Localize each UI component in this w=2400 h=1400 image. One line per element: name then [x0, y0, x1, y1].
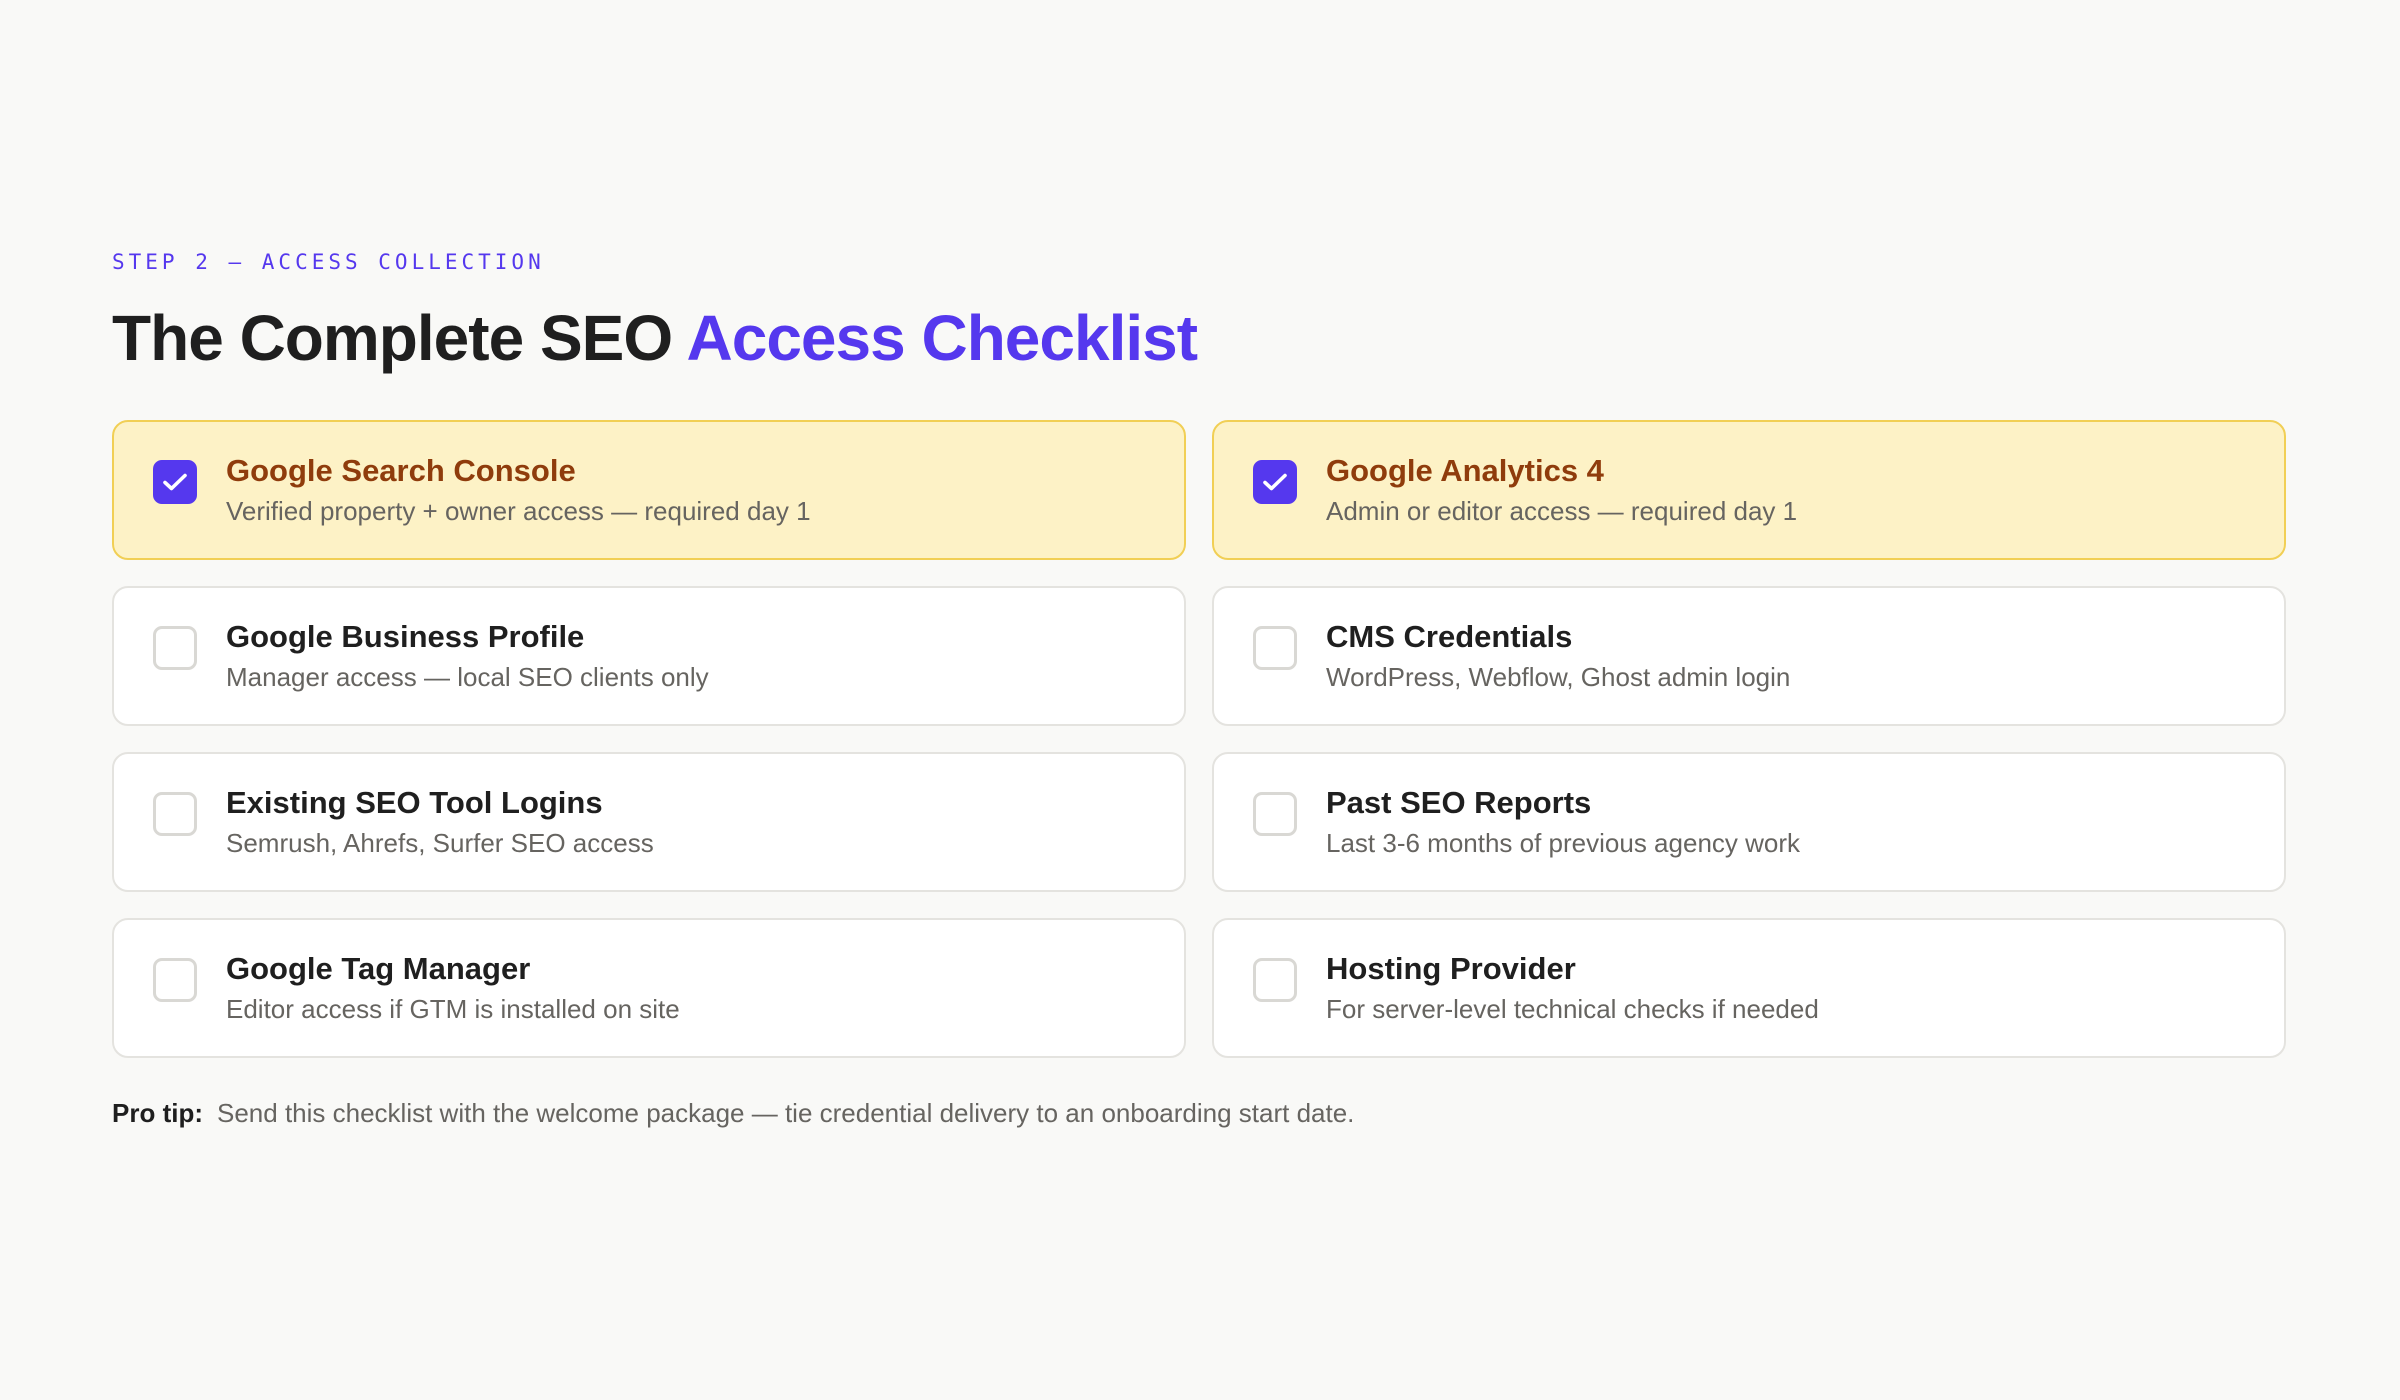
access-checklist: Google Search Console Verified property …	[112, 420, 2288, 1058]
pro-tip-text: Send this checklist with the welcome pac…	[217, 1098, 1355, 1128]
checklist-item-google-tag-manager[interactable]: Google Tag Manager Editor access if GTM …	[112, 918, 1186, 1058]
item-title: CMS Credentials	[1326, 619, 1573, 654]
item-description: For server-level technical checks if nee…	[1326, 994, 1819, 1024]
item-description: WordPress, Webflow, Ghost admin login	[1326, 662, 1791, 692]
step-eyebrow: STEP 2 — ACCESS COLLECTION	[112, 250, 545, 274]
item-text: Google Analytics 4 Admin or editor acces…	[1326, 452, 1797, 528]
checkbox[interactable]	[153, 460, 197, 504]
item-title: Past SEO Reports	[1326, 785, 1592, 820]
pro-tip: Pro tip: Send this checklist with the wel…	[112, 1096, 2400, 1130]
checkmark-icon	[1263, 473, 1287, 491]
checklist-item-hosting-provider[interactable]: Hosting Provider For server-level techni…	[1212, 918, 2286, 1058]
item-title: Google Search Console	[226, 453, 576, 488]
item-text: Existing SEO Tool Logins Semrush, Ahrefs…	[226, 784, 654, 860]
checkbox[interactable]	[1253, 626, 1297, 670]
item-title: Existing SEO Tool Logins	[226, 785, 603, 820]
item-text: CMS Credentials WordPress, Webflow, Ghos…	[1326, 618, 1790, 694]
item-title: Hosting Provider	[1326, 951, 1576, 986]
item-description: Editor access if GTM is installed on sit…	[226, 994, 680, 1024]
checkbox[interactable]	[153, 626, 197, 670]
item-title: Google Business Profile	[226, 619, 585, 654]
item-text: Past SEO Reports Last 3-6 months of prev…	[1326, 784, 1800, 860]
pro-tip-label: Pro tip:	[112, 1098, 203, 1128]
item-text: Google Tag Manager Editor access if GTM …	[226, 950, 680, 1026]
item-text: Google Business Profile Manager access —…	[226, 618, 709, 694]
page: STEP 2 — ACCESS COLLECTION The Complete …	[0, 0, 2400, 1400]
item-title: Google Tag Manager	[226, 951, 531, 986]
checkbox[interactable]	[153, 792, 197, 836]
item-description: Last 3-6 months of previous agency work	[1326, 828, 1801, 858]
checkmark-icon	[163, 473, 187, 491]
checkbox[interactable]	[1253, 460, 1297, 504]
page-title-main: The Complete SEO	[112, 302, 687, 374]
item-text: Google Search Console Verified property …	[226, 452, 811, 528]
checklist-item-google-business-profile[interactable]: Google Business Profile Manager access —…	[112, 586, 1186, 726]
checkbox[interactable]	[1253, 792, 1297, 836]
checklist-item-existing-seo-tool-logins[interactable]: Existing SEO Tool Logins Semrush, Ahrefs…	[112, 752, 1186, 892]
item-text: Hosting Provider For server-level techni…	[1326, 950, 1819, 1026]
checklist-item-google-analytics-4[interactable]: Google Analytics 4 Admin or editor acces…	[1212, 420, 2286, 560]
item-description: Verified property + owner access — requi…	[226, 496, 811, 526]
page-title: The Complete SEO Access Checklist	[112, 300, 2400, 376]
checklist-item-past-seo-reports[interactable]: Past SEO Reports Last 3-6 months of prev…	[1212, 752, 2286, 892]
checklist-item-cms-credentials[interactable]: CMS Credentials WordPress, Webflow, Ghos…	[1212, 586, 2286, 726]
page-title-accent: Access Checklist	[686, 302, 1199, 374]
checkbox[interactable]	[153, 958, 197, 1002]
checklist-item-google-search-console[interactable]: Google Search Console Verified property …	[112, 420, 1186, 560]
checkbox[interactable]	[1253, 958, 1297, 1002]
item-description: Manager access — local SEO clients only	[226, 662, 709, 692]
item-title: Google Analytics 4	[1326, 453, 1604, 488]
item-description: Semrush, Ahrefs, Surfer SEO access	[226, 828, 654, 858]
item-description: Admin or editor access — required day 1	[1326, 496, 1798, 526]
